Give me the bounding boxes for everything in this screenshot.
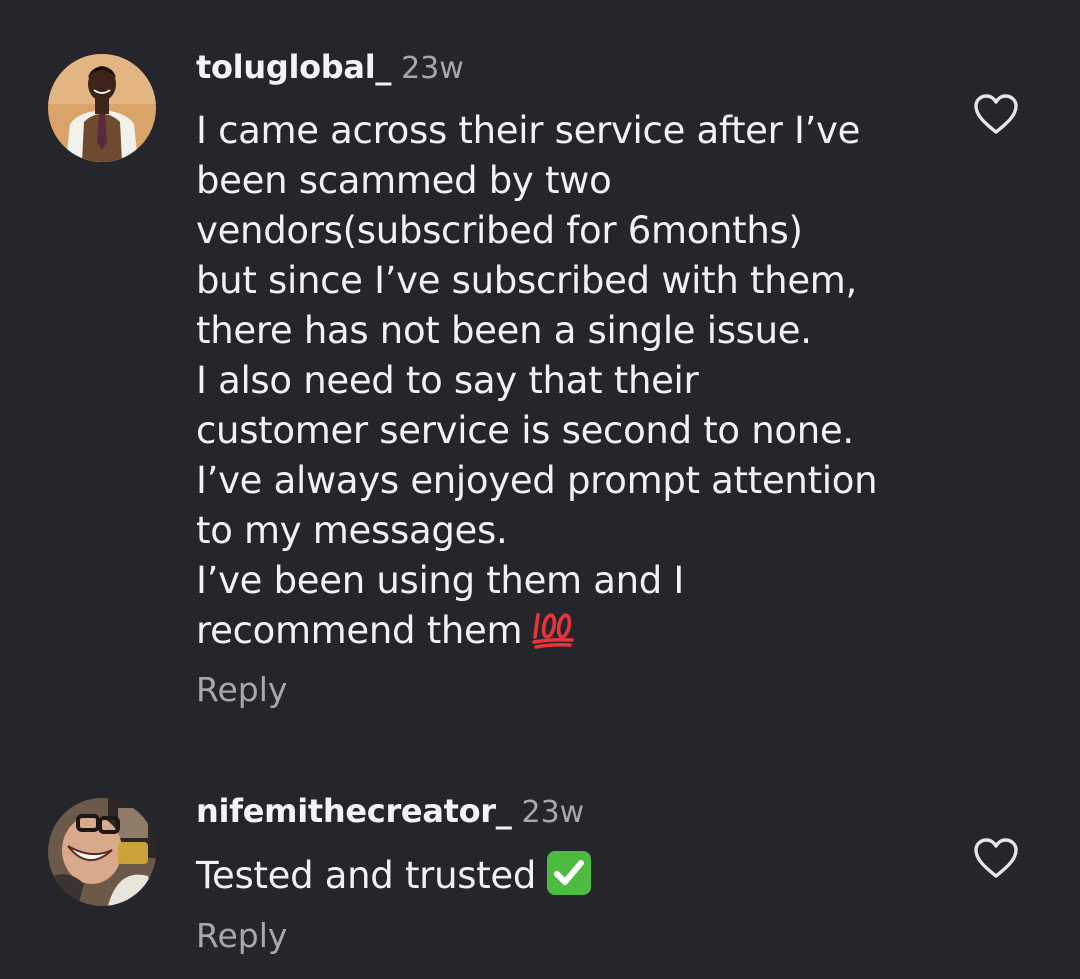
check-mark-button-icon bbox=[546, 850, 592, 909]
comment-line: there has not been a single issue. bbox=[196, 309, 812, 352]
comment-line: I’ve been using them and I bbox=[196, 559, 685, 602]
heart-outline-icon[interactable] bbox=[972, 836, 1020, 880]
comment-line: customer service is second to none. bbox=[196, 409, 854, 452]
heart-outline-icon[interactable] bbox=[972, 92, 1020, 136]
comment-line: I’ve always enjoyed prompt attention bbox=[196, 459, 878, 502]
username[interactable]: nifemithecreator_ bbox=[196, 792, 512, 830]
reply-button[interactable]: Reply bbox=[196, 916, 287, 955]
comment-line-text: Tested and trusted bbox=[196, 854, 537, 897]
timestamp: 23w bbox=[521, 795, 585, 830]
comment-text: Tested and trusted bbox=[196, 850, 956, 909]
comment-line: but since I’ve subscribed with them, bbox=[196, 259, 857, 302]
comment-item: nifemithecreator_ 23w Tested and trusted … bbox=[0, 760, 1080, 979]
avatar-image bbox=[48, 798, 156, 906]
avatar-image bbox=[48, 54, 156, 162]
comment-line: I also need to say that their bbox=[196, 359, 699, 402]
reply-button[interactable]: Reply bbox=[196, 670, 287, 709]
comment-line: I came across their service after I’ve bbox=[196, 109, 861, 152]
comment-line: Tested and trusted bbox=[196, 850, 956, 909]
comment-line-text: recommend them bbox=[196, 609, 523, 652]
comment-line: been scammed by two bbox=[196, 159, 612, 202]
username[interactable]: toluglobal_ bbox=[196, 48, 391, 86]
timestamp: 23w bbox=[401, 51, 464, 86]
comment-header: nifemithecreator_ 23w bbox=[196, 792, 584, 830]
avatar[interactable] bbox=[48, 54, 156, 162]
avatar[interactable] bbox=[48, 798, 156, 906]
comment-header: toluglobal_ 23w bbox=[196, 48, 464, 86]
comment-line: to my messages. bbox=[196, 509, 508, 552]
comment-line: recommend them bbox=[196, 606, 956, 662]
comment-text: I came across their service after I’ve b… bbox=[196, 106, 956, 662]
comment-item: toluglobal_ 23w I came across their servi… bbox=[0, 0, 1080, 760]
comment-line: vendors(subscribed for 6months) bbox=[196, 209, 803, 252]
hundred-points-icon bbox=[532, 609, 576, 662]
